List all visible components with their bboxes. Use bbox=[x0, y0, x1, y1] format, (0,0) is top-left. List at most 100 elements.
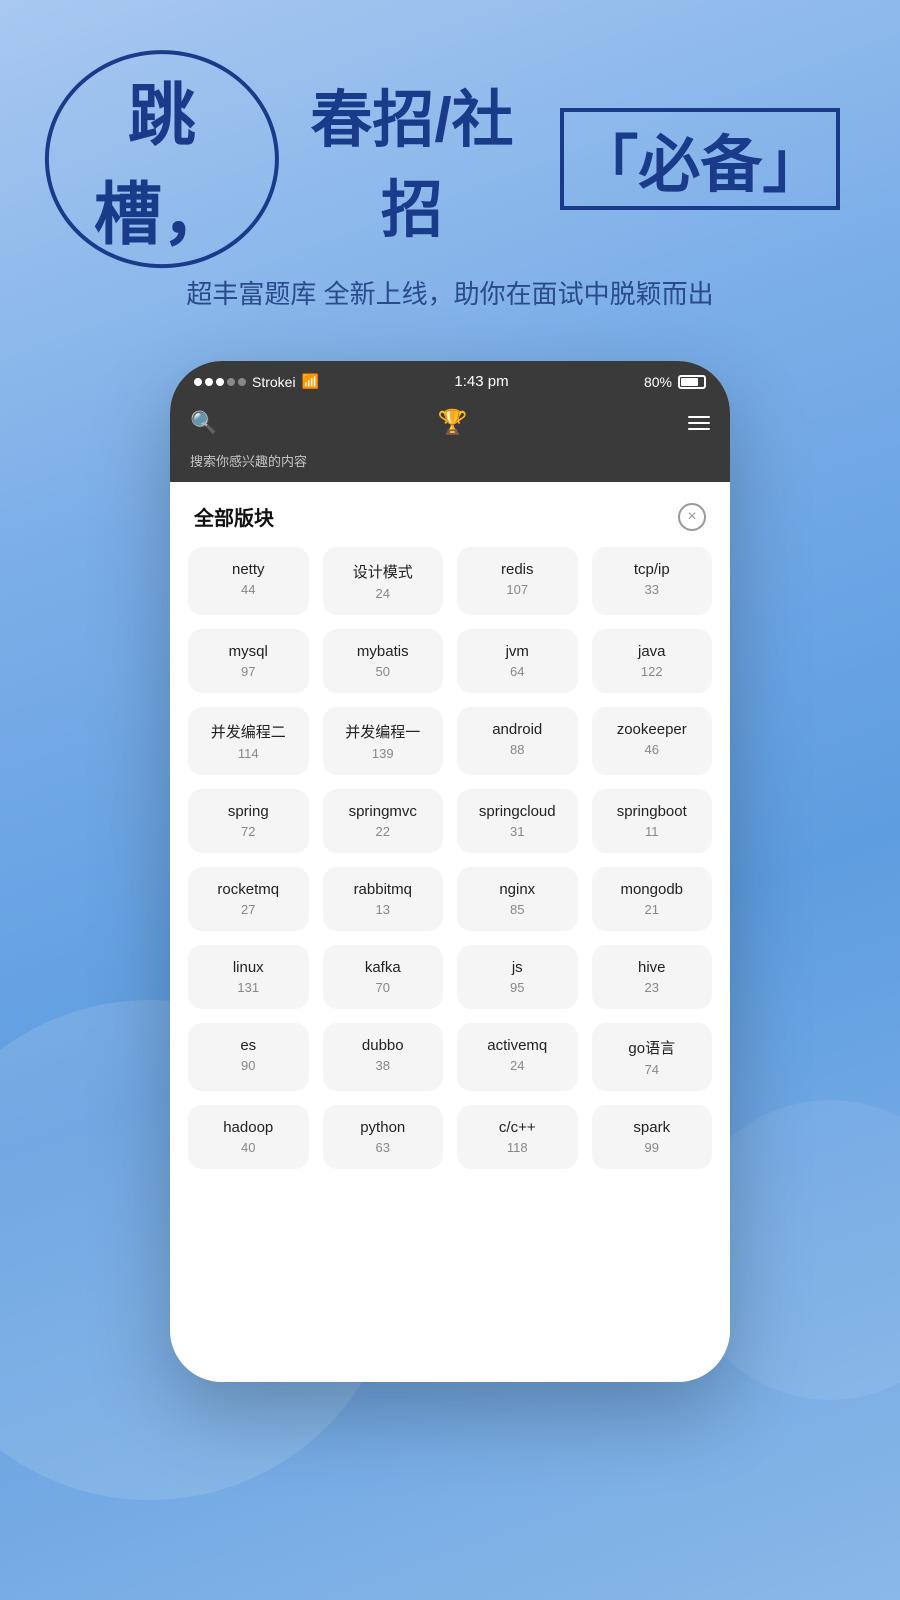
title-secondary: 春招/社招 bbox=[280, 69, 545, 249]
grid-item-kafka[interactable]: kafka 70 bbox=[323, 945, 444, 1009]
grid-item-name: mybatis bbox=[331, 643, 436, 660]
grid-item-linux[interactable]: linux 131 bbox=[188, 945, 309, 1009]
menu-line-1 bbox=[688, 416, 710, 418]
grid-item-count: 97 bbox=[196, 664, 301, 679]
close-button[interactable]: × bbox=[678, 503, 706, 531]
grid-item-count: 24 bbox=[465, 1058, 570, 1073]
section-header: 全部版块 × bbox=[170, 482, 730, 547]
grid-item-activemq[interactable]: activemq24 bbox=[457, 1023, 578, 1091]
grid-item------[interactable]: 并发编程一 139 bbox=[323, 707, 444, 775]
grid-item-rabbitmq[interactable]: rabbitmq13 bbox=[323, 867, 444, 931]
grid-item-springboot[interactable]: springboot11 bbox=[592, 789, 713, 853]
grid-item-name: mongodb bbox=[600, 881, 705, 898]
grid-item-python[interactable]: python 63 bbox=[323, 1105, 444, 1169]
header-section: 跳槽， 春招/社招 「必备」 超丰富题库 全新上线，助你在面试中脱颖而出 bbox=[0, 0, 900, 331]
grid-item-js[interactable]: js95 bbox=[457, 945, 578, 1009]
grid-item-nginx[interactable]: nginx 85 bbox=[457, 867, 578, 931]
grid-item-zookeeper[interactable]: zookeeper46 bbox=[592, 707, 713, 775]
grid-item-go--[interactable]: go语言74 bbox=[592, 1023, 713, 1091]
grid-item-name: kafka bbox=[331, 959, 436, 976]
menu-icon[interactable] bbox=[688, 416, 710, 430]
grid-item-count: 107 bbox=[465, 582, 570, 597]
grid-item-netty[interactable]: netty44 bbox=[188, 547, 309, 615]
grid-item-jvm[interactable]: jvm 64 bbox=[457, 629, 578, 693]
status-left: Strokei 📶 bbox=[194, 373, 319, 390]
trophy-icon[interactable]: 🏆 bbox=[438, 408, 468, 437]
grid-item-name: hive bbox=[600, 959, 705, 976]
grid-item-count: 131 bbox=[196, 980, 301, 995]
status-time: 1:43 pm bbox=[454, 373, 508, 390]
grid-item-c-c--[interactable]: c/c++118 bbox=[457, 1105, 578, 1169]
grid-item-spark[interactable]: spark99 bbox=[592, 1105, 713, 1169]
grid-item-spring[interactable]: spring72 bbox=[188, 789, 309, 853]
close-icon: × bbox=[687, 508, 696, 526]
grid-item-count: 70 bbox=[331, 980, 436, 995]
nav-subtitle: 搜索你感兴趣的内容 bbox=[170, 451, 730, 482]
grid-item-count: 72 bbox=[196, 824, 301, 839]
grid-item-name: dubbo bbox=[331, 1037, 436, 1054]
grid-item-mongodb[interactable]: mongodb 21 bbox=[592, 867, 713, 931]
grid-item-count: 85 bbox=[465, 902, 570, 917]
title-line: 跳槽， 春招/社招 「必备」 bbox=[60, 60, 840, 258]
grid-item-mysql[interactable]: mysql97 bbox=[188, 629, 309, 693]
grid-item-android[interactable]: android88 bbox=[457, 707, 578, 775]
carrier-name: Strokei bbox=[252, 374, 296, 390]
grid-item-name: rabbitmq bbox=[331, 881, 436, 898]
grid-item-dubbo[interactable]: dubbo38 bbox=[323, 1023, 444, 1091]
grid-item-hive[interactable]: hive23 bbox=[592, 945, 713, 1009]
category-grid: netty44设计模式24redis107tcp/ip33mysql97myba… bbox=[170, 547, 730, 1193]
grid-item-name: java bbox=[600, 643, 705, 660]
status-right: 80% bbox=[644, 374, 706, 390]
grid-item-count: 22 bbox=[331, 824, 436, 839]
grid-item-name: rocketmq bbox=[196, 881, 301, 898]
grid-item-name: 设计模式 bbox=[331, 561, 436, 582]
grid-item-name: 并发编程二 bbox=[196, 721, 301, 742]
app-nav: 🔍 🏆 bbox=[170, 398, 730, 451]
grid-item-name: nginx bbox=[465, 881, 570, 898]
grid-item-count: 33 bbox=[600, 582, 705, 597]
grid-item-count: 40 bbox=[196, 1140, 301, 1155]
grid-item-name: linux bbox=[196, 959, 301, 976]
grid-item-name: springcloud bbox=[465, 803, 570, 820]
grid-item-count: 50 bbox=[331, 664, 436, 679]
grid-item-name: jvm bbox=[465, 643, 570, 660]
grid-item-count: 63 bbox=[331, 1140, 436, 1155]
grid-item-name: android bbox=[465, 721, 570, 738]
grid-item-name: tcp/ip bbox=[600, 561, 705, 578]
grid-item-name: spark bbox=[600, 1119, 705, 1136]
grid-item-name: zookeeper bbox=[600, 721, 705, 738]
grid-item-count: 64 bbox=[465, 664, 570, 679]
grid-item-rocketmq[interactable]: rocketmq 27 bbox=[188, 867, 309, 931]
grid-item-springmvc[interactable]: springmvc 22 bbox=[323, 789, 444, 853]
grid-item-name: python bbox=[331, 1119, 436, 1136]
grid-item-name: redis bbox=[465, 561, 570, 578]
battery-fill bbox=[681, 378, 698, 386]
grid-item-count: 139 bbox=[331, 746, 436, 761]
grid-item-----[interactable]: 设计模式24 bbox=[323, 547, 444, 615]
phone-wrapper: Strokei 📶 1:43 pm 80% 🔍 🏆 搜索你感兴趣的内容 bbox=[0, 361, 900, 1382]
search-icon[interactable]: 🔍 bbox=[190, 410, 217, 436]
grid-item-redis[interactable]: redis 107 bbox=[457, 547, 578, 615]
section-title: 全部版块 bbox=[194, 502, 274, 531]
grid-item-java[interactable]: java122 bbox=[592, 629, 713, 693]
grid-item-hadoop[interactable]: hadoop 40 bbox=[188, 1105, 309, 1169]
header-subtitle: 超丰富题库 全新上线，助你在面试中脱颖而出 bbox=[60, 274, 840, 311]
grid-item-name: c/c++ bbox=[465, 1119, 570, 1136]
grid-item-count: 21 bbox=[600, 902, 705, 917]
grid-item-mybatis[interactable]: mybatis 50 bbox=[323, 629, 444, 693]
grid-item-name: go语言 bbox=[600, 1037, 705, 1058]
grid-item-name: springmvc bbox=[331, 803, 436, 820]
grid-item-es[interactable]: es90 bbox=[188, 1023, 309, 1091]
signal-dot-1 bbox=[194, 378, 202, 386]
grid-item-name: 并发编程一 bbox=[331, 721, 436, 742]
signal-dot-4 bbox=[227, 378, 235, 386]
signal-dot-2 bbox=[205, 378, 213, 386]
grid-item-count: 90 bbox=[196, 1058, 301, 1073]
battery-icon bbox=[678, 375, 706, 389]
grid-item-tcp-ip[interactable]: tcp/ip 33 bbox=[592, 547, 713, 615]
grid-item-name: hadoop bbox=[196, 1119, 301, 1136]
status-bar: Strokei 📶 1:43 pm 80% bbox=[170, 361, 730, 398]
grid-item-count: 27 bbox=[196, 902, 301, 917]
grid-item------[interactable]: 并发编程二114 bbox=[188, 707, 309, 775]
grid-item-springcloud[interactable]: springcloud31 bbox=[457, 789, 578, 853]
